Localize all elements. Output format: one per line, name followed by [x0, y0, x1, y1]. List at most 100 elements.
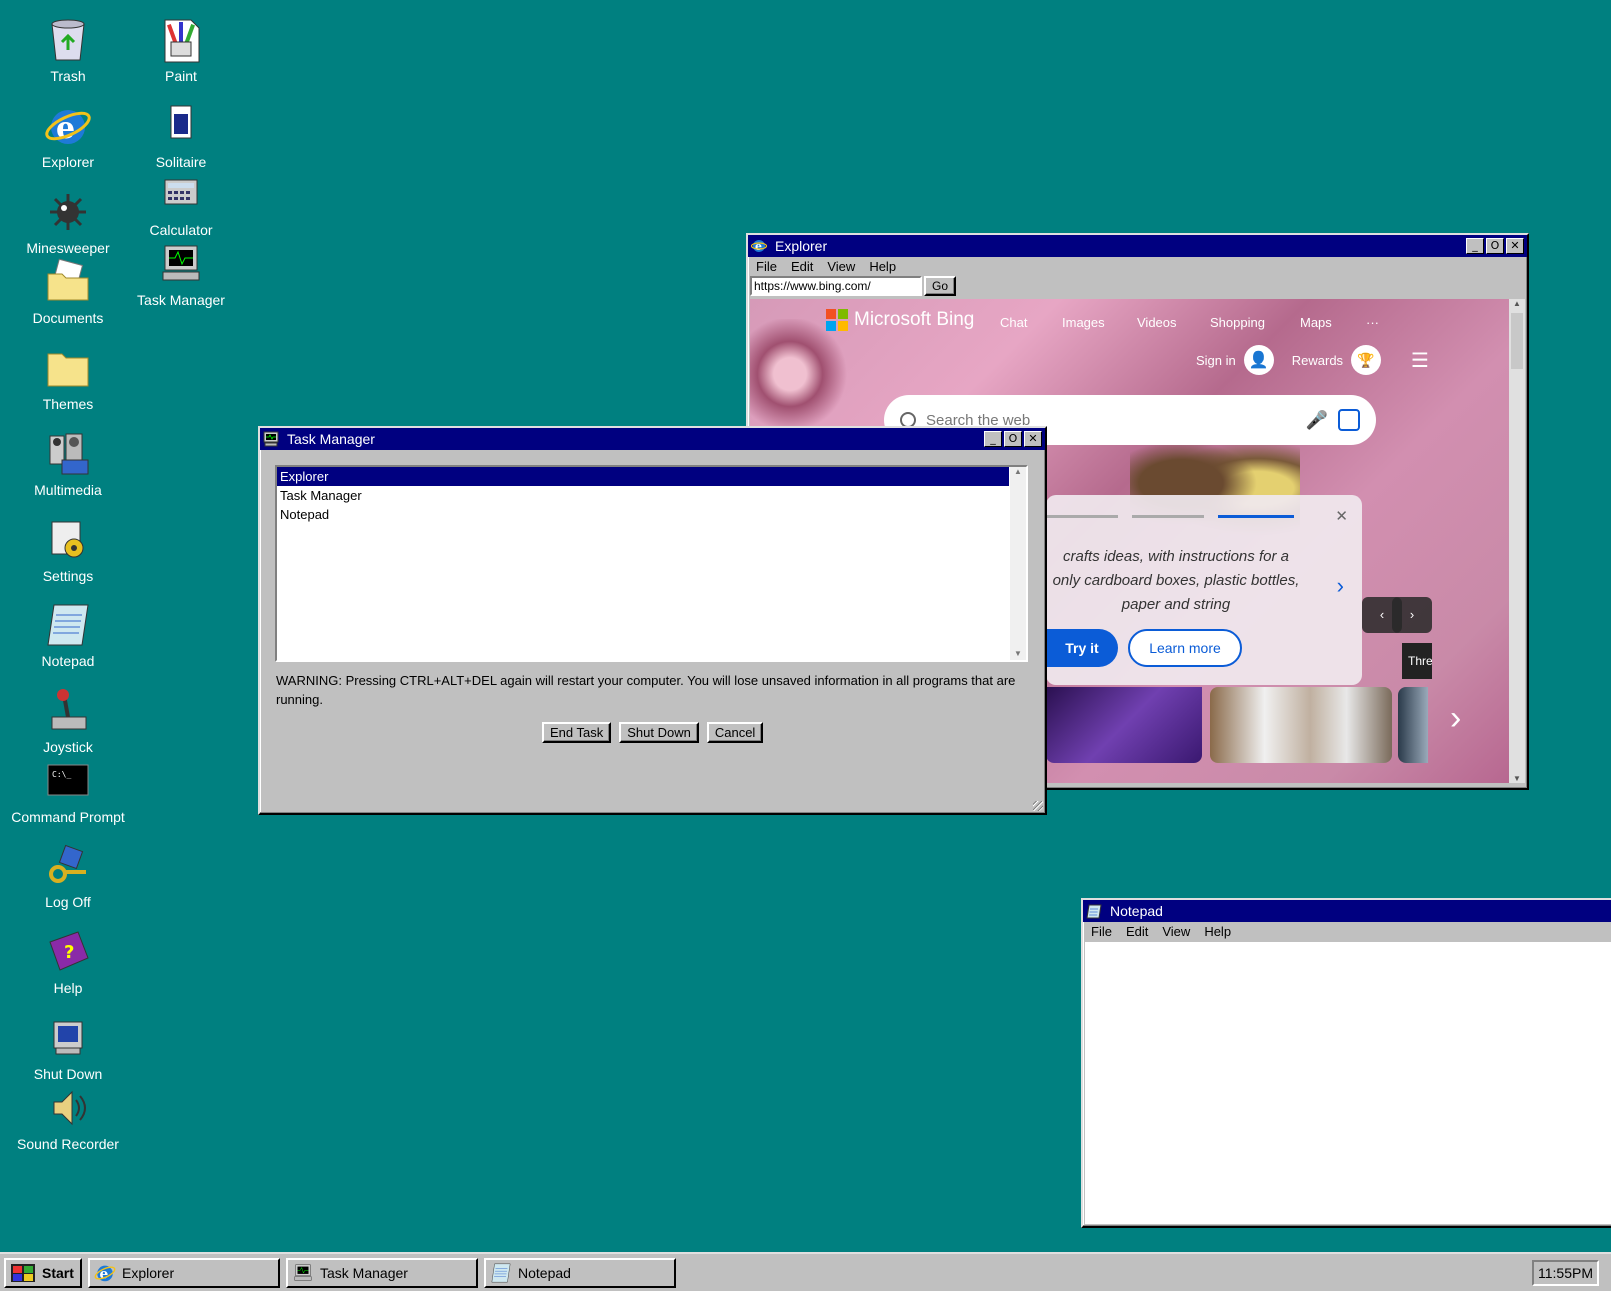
minimize-button[interactable]: _	[1466, 238, 1484, 254]
minimize-button[interactable]: _	[984, 431, 1002, 447]
taskbar-item-task-manager[interactable]: Task Manager	[286, 1257, 478, 1288]
desktop-icon-paint[interactable]: Paint	[123, 16, 239, 84]
maximize-button[interactable]: O	[1486, 238, 1504, 254]
menu-view[interactable]: View	[827, 259, 855, 274]
desktop-icon-label: Paint	[165, 68, 197, 84]
desktop-icon-label: Sound Recorder	[17, 1136, 119, 1152]
desktop-icon-multimedia[interactable]: Multimedia	[10, 430, 126, 498]
end-task-button[interactable]: End Task	[542, 722, 612, 743]
task-list-scrollbar[interactable]: ▲ ▼	[1010, 467, 1026, 660]
bing-nav-5[interactable]: ···	[1366, 315, 1412, 330]
svg-text:?: ?	[64, 942, 74, 963]
bing-nav-0[interactable]: Chat	[1000, 315, 1062, 330]
news-thumbnail-doctors[interactable]	[1210, 687, 1392, 763]
desktop-icon-settings[interactable]: Settings	[10, 516, 126, 584]
task-list[interactable]: Explorer Task Manager Notepad ▲ ▼	[275, 465, 1028, 662]
carousel-next-button[interactable]: ›	[1392, 597, 1432, 633]
desktop-icon-solitaire[interactable]: Solitaire	[123, 102, 239, 170]
hamburger-menu-icon[interactable]: ☰	[1411, 348, 1429, 372]
bing-nav-3[interactable]: Shopping	[1210, 315, 1300, 330]
news-next-icon[interactable]: ›	[1450, 699, 1461, 738]
browser-scrollbar[interactable]: ▲ ▼	[1509, 299, 1525, 783]
resize-grip-icon[interactable]	[1033, 801, 1043, 811]
bing-logo: Microsoft Bing	[826, 309, 974, 331]
notepad-window: Notepad File Edit View Help	[1081, 898, 1611, 1228]
desktop-icon-label: Calculator	[149, 222, 213, 238]
system-clock[interactable]: 11:55PM	[1532, 1259, 1599, 1286]
bing-nav-4[interactable]: Maps	[1300, 315, 1366, 330]
promo-line-2: only cardboard boxes, plastic bottles,	[1052, 572, 1300, 589]
desktop-icon-label: Command Prompt	[11, 809, 125, 825]
menu-file[interactable]: File	[1091, 924, 1112, 939]
menu-edit[interactable]: Edit	[791, 259, 813, 274]
desktop-icon-label: Log Off	[45, 894, 91, 910]
chevron-right-icon[interactable]: ›	[1337, 573, 1344, 599]
try-it-button[interactable]: Try it	[1046, 629, 1118, 667]
help-book-icon: ?	[44, 928, 92, 976]
trophy-icon[interactable]: 🏆	[1351, 345, 1382, 375]
thumb-label: Thre	[1402, 643, 1432, 679]
task-list-item[interactable]: Task Manager	[277, 486, 1009, 505]
desktop-icon-joystick[interactable]: Joystick	[10, 687, 126, 755]
notepad-text-area[interactable]	[1085, 942, 1611, 1224]
desktop-icon-help[interactable]: ? Help	[10, 928, 126, 996]
menu-help[interactable]: Help	[869, 259, 896, 274]
url-input[interactable]	[750, 276, 922, 296]
speaker-icon	[44, 1084, 92, 1132]
taskbar: Start e Explorer Task Manager Notepad 11:55…	[0, 1252, 1611, 1291]
bing-nav-2[interactable]: Videos	[1137, 315, 1210, 330]
desktop-icon-task-manager[interactable]: Task Manager	[123, 240, 239, 308]
visual-search-icon[interactable]	[1338, 409, 1360, 431]
news-thumbnail-concert[interactable]	[1046, 687, 1202, 763]
log-off-key-icon	[44, 842, 92, 890]
windows-logo-icon	[11, 1263, 35, 1282]
desktop-icon-minesweeper[interactable]: Minesweeper	[10, 188, 126, 256]
microphone-icon[interactable]: 🎤	[1306, 410, 1328, 431]
menu-file[interactable]: File	[756, 259, 777, 274]
desktop-icon-trash[interactable]: Trash	[10, 16, 126, 84]
desktop-icon-log-off[interactable]: Log Off	[10, 842, 126, 910]
task-list-item[interactable]: Explorer	[277, 467, 1009, 486]
close-icon[interactable]: ✕	[1335, 507, 1348, 525]
bing-nav: Chat Images Videos Shopping Maps ···	[1000, 315, 1412, 330]
menu-view[interactable]: View	[1162, 924, 1190, 939]
desktop-icon-shut-down[interactable]: Shut Down	[10, 1014, 126, 1082]
cancel-button[interactable]: Cancel	[706, 722, 764, 743]
task-list-item[interactable]: Notepad	[277, 505, 1009, 524]
desktop-icon-label: Notepad	[41, 653, 95, 669]
promo-card: ✕ crafts ideas, with instructions for a …	[1046, 495, 1362, 685]
shut-down-button[interactable]: Shut Down	[619, 722, 699, 743]
menu-help[interactable]: Help	[1204, 924, 1231, 939]
news-thumbnail-partial[interactable]	[1398, 687, 1428, 763]
taskbar-item-explorer[interactable]: e Explorer	[88, 1257, 280, 1288]
start-button[interactable]: Start	[4, 1257, 82, 1288]
notepad-titlebar[interactable]: Notepad	[1083, 900, 1611, 922]
sign-in-link[interactable]: Sign in	[1196, 353, 1236, 368]
taskbar-item-notepad[interactable]: Notepad	[484, 1257, 676, 1288]
menu-edit[interactable]: Edit	[1126, 924, 1148, 939]
maximize-button[interactable]: O	[1004, 431, 1022, 447]
desktop-icon-explorer[interactable]: e Explorer	[10, 102, 126, 170]
desktop-icon-documents[interactable]: Documents	[10, 258, 126, 326]
learn-more-button[interactable]: Learn more	[1128, 629, 1242, 667]
close-button[interactable]: ✕	[1506, 238, 1524, 254]
explorer-titlebar[interactable]: e Explorer _ O ✕	[748, 235, 1527, 257]
task-manager-titlebar[interactable]: Task Manager _ O ✕	[260, 428, 1045, 450]
taskbar-item-label: Notepad	[518, 1264, 571, 1281]
bing-nav-1[interactable]: Images	[1062, 315, 1137, 330]
go-button[interactable]: Go	[924, 276, 957, 296]
close-button[interactable]: ✕	[1024, 431, 1042, 447]
joystick-icon	[44, 687, 92, 735]
desktop-icon-themes[interactable]: Themes	[10, 344, 126, 412]
task-manager-window: Task Manager _ O ✕ Explorer Task Manager N…	[258, 426, 1047, 815]
desktop-icon-sound-recorder[interactable]: Sound Recorder	[10, 1084, 126, 1152]
user-avatar-icon[interactable]: 👤	[1243, 345, 1274, 375]
desktop-icon-notepad[interactable]: Notepad	[10, 601, 126, 669]
blossom-decoration	[750, 319, 850, 429]
documents-folder-icon	[44, 258, 92, 306]
svg-text:e: e	[755, 240, 762, 253]
desktop-icon-command-prompt[interactable]: C:\_ Command Prompt	[10, 757, 126, 825]
shut-down-icon	[44, 1014, 92, 1062]
rewards-link[interactable]: Rewards	[1292, 353, 1343, 368]
desktop-icon-calculator[interactable]: Calculator	[123, 170, 239, 238]
